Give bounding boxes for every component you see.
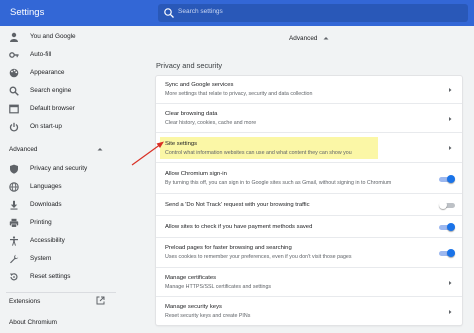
sidebar-item-downloads[interactable]: Downloads xyxy=(0,198,122,212)
row-manage-certificates[interactable]: Manage certificates Manage HTTPS/SSL cer… xyxy=(156,267,462,296)
row-clear-browsing-data[interactable]: Clear browsing data Clear history, cooki… xyxy=(156,103,462,132)
browser-icon xyxy=(9,104,19,114)
arrow-right-icon xyxy=(449,310,452,314)
top-bar: Settings Search settings xyxy=(0,0,474,26)
globe-icon xyxy=(9,182,19,192)
sidebar-item-languages[interactable]: Languages xyxy=(0,180,122,194)
sidebar-item-printing[interactable]: Printing xyxy=(0,216,122,230)
arrow-right-icon xyxy=(449,88,452,92)
toggle-do-not-track[interactable] xyxy=(439,201,455,209)
section-title: Privacy and security xyxy=(156,61,223,70)
sidebar-item-appearance[interactable]: Appearance xyxy=(0,66,122,80)
sidebar: You and Google Auto-fill Appearance Sear… xyxy=(0,26,122,333)
sidebar-divider xyxy=(6,292,116,293)
row-allow-chromium-sign-in: Allow Chromium sign-in By turning this o… xyxy=(156,162,462,193)
palette-icon xyxy=(9,68,19,78)
wrench-icon xyxy=(10,254,19,264)
row-sync-and-google-services[interactable]: Sync and Google services More settings t… xyxy=(156,76,462,103)
toggle-preload-pages[interactable] xyxy=(439,249,455,257)
sidebar-item-privacy-and-security[interactable]: Privacy and security xyxy=(0,162,122,176)
toggle-allow-chromium-sign-in[interactable] xyxy=(439,175,455,183)
sidebar-item-default-browser[interactable]: Default browser xyxy=(0,102,122,116)
advanced-toggle[interactable]: Advanced xyxy=(289,35,317,42)
toggle-payment-methods[interactable] xyxy=(439,223,455,231)
person-icon xyxy=(10,32,18,42)
arrow-right-icon xyxy=(449,117,452,121)
chevron-up-icon[interactable] xyxy=(96,145,104,153)
sidebar-item-you-and-google[interactable]: You and Google xyxy=(0,30,122,44)
app-title: Settings xyxy=(10,7,45,18)
open-in-new-icon[interactable] xyxy=(96,296,105,305)
search-icon xyxy=(164,8,174,18)
row-preload-pages: Preload pages for faster browsing and se… xyxy=(156,237,462,267)
privacy-card: Sync and Google services More settings t… xyxy=(156,76,462,325)
reset-icon xyxy=(10,273,18,281)
printer-icon xyxy=(9,218,19,228)
sidebar-item-accessibility[interactable]: Accessibility xyxy=(0,234,122,248)
row-manage-security-keys[interactable]: Manage security keys Reset security keys… xyxy=(156,296,462,325)
search-icon xyxy=(9,86,19,96)
sidebar-item-extensions[interactable]: Extensions xyxy=(9,298,40,305)
sidebar-item-on-start-up[interactable]: On start-up xyxy=(0,120,122,134)
sidebar-item-search-engine[interactable]: Search engine xyxy=(0,84,122,98)
key-icon xyxy=(9,52,19,58)
search-box[interactable]: Search settings xyxy=(158,4,468,22)
shield-icon xyxy=(10,164,18,174)
sidebar-item-about-chromium[interactable]: About Chromium xyxy=(9,319,57,326)
sidebar-advanced-toggle[interactable]: Advanced xyxy=(9,146,37,153)
sidebar-item-system[interactable]: System xyxy=(0,252,122,266)
chevron-up-icon[interactable] xyxy=(322,34,330,42)
sidebar-item-reset-settings[interactable]: Reset settings xyxy=(0,270,122,284)
sidebar-item-auto-fill[interactable]: Auto-fill xyxy=(0,48,122,62)
download-icon xyxy=(10,200,18,210)
arrow-right-icon xyxy=(449,146,452,150)
row-payment-methods: Allow sites to check if you have payment… xyxy=(156,215,462,237)
arrow-right-icon xyxy=(449,281,452,285)
accessibility-icon xyxy=(10,236,18,246)
row-site-settings[interactable]: Site settings Control what information w… xyxy=(156,132,462,162)
power-icon xyxy=(9,122,19,132)
search-input[interactable]: Search settings xyxy=(178,8,223,15)
row-do-not-track: Send a 'Do Not Track' request with your … xyxy=(156,193,462,215)
